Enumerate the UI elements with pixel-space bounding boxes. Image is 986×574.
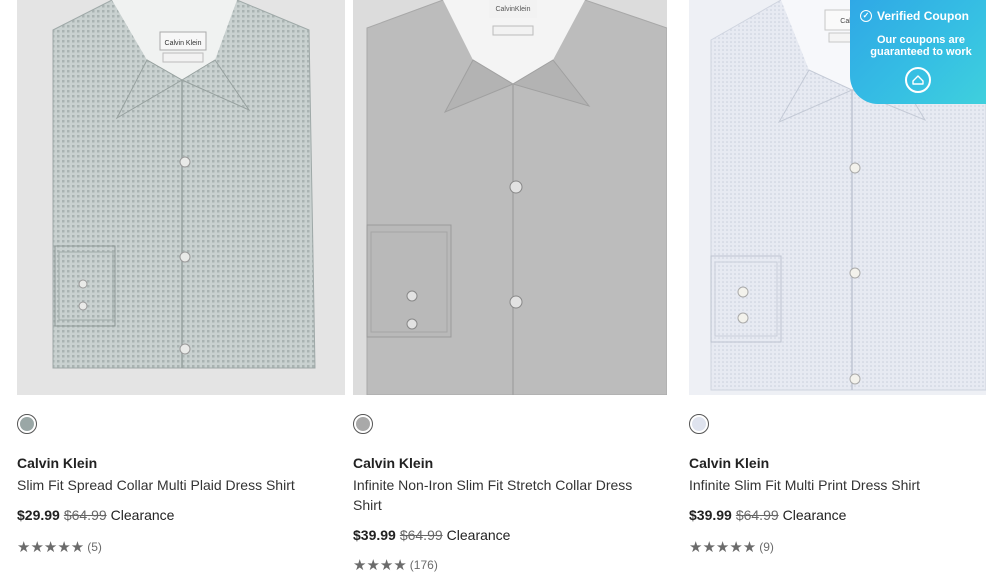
product-title[interactable]: Slim Fit Spread Collar Multi Plaid Dress…: [17, 475, 317, 495]
product-title[interactable]: Infinite Slim Fit Multi Print Dress Shir…: [689, 475, 986, 495]
price-row: $29.99 $64.99 Clearance: [17, 507, 174, 523]
coupon-subtext: Our coupons are guaranteed to work: [870, 34, 972, 58]
star-icons: ★★★★★: [17, 539, 85, 556]
sale-price: $39.99: [689, 507, 732, 523]
product-card[interactable]: CalvinKlein Calvin Klein Infinite Non-Ir…: [353, 0, 681, 574]
hat-icon: [912, 75, 924, 85]
review-count: (9): [759, 540, 774, 554]
product-rating[interactable]: ★★★★★ (5): [17, 538, 102, 556]
shirt-label-text: CalvinKlein: [495, 6, 530, 13]
original-price: $64.99: [735, 507, 779, 523]
color-swatch-fill: [20, 417, 34, 431]
product-rating[interactable]: ★★★★★ (9): [689, 538, 774, 556]
original-price: $64.99: [399, 527, 443, 543]
price-row: $39.99 $64.99 Clearance: [689, 507, 846, 523]
product-title[interactable]: Infinite Non-Iron Slim Fit Stretch Colla…: [353, 475, 653, 515]
clearance-label: Clearance: [446, 527, 511, 543]
price-row: $39.99 $64.99 Clearance: [353, 527, 510, 543]
product-image[interactable]: CalvinKlein: [353, 0, 667, 395]
product-image[interactable]: Calvin Klein: [17, 0, 345, 395]
checkmark-icon: ✓: [860, 10, 872, 22]
coupon-heading: ✓ Verified Coupon: [860, 9, 969, 23]
shirt-image: CalvinKlein: [353, 0, 667, 395]
product-brand: Calvin Klein: [353, 455, 434, 471]
product-card[interactable]: Calvin Klein Calvin Klein Slim Fit Sprea…: [17, 0, 345, 556]
shirt-image: Calvin Klein: [17, 0, 345, 395]
clearance-label: Clearance: [110, 507, 175, 523]
coupon-heading-text: Verified Coupon: [877, 9, 970, 23]
sale-price: $39.99: [353, 527, 396, 543]
color-swatch[interactable]: [17, 414, 37, 434]
coupon-logo-icon[interactable]: [905, 67, 931, 93]
product-rating[interactable]: ★★★★ (176): [353, 556, 438, 574]
color-swatch-fill: [356, 417, 370, 431]
color-swatch[interactable]: [689, 414, 709, 434]
original-price: $64.99: [63, 507, 107, 523]
clearance-label: Clearance: [782, 507, 847, 523]
review-count: (176): [409, 558, 438, 572]
color-swatch[interactable]: [353, 414, 373, 434]
star-icons: ★★★★: [353, 557, 407, 574]
product-brand: Calvin Klein: [689, 455, 770, 471]
star-icons: ★★★★★: [689, 539, 757, 556]
product-brand: Calvin Klein: [17, 455, 98, 471]
sale-price: $29.99: [17, 507, 60, 523]
color-swatch-fill: [692, 417, 706, 431]
shirt-label-text: Calvin Klein: [165, 40, 202, 47]
review-count: (5): [87, 540, 102, 554]
verified-coupon-banner[interactable]: ✓ Verified Coupon Our coupons are guaran…: [850, 0, 986, 104]
product-grid: Calvin Klein Calvin Klein Slim Fit Sprea…: [0, 0, 986, 574]
